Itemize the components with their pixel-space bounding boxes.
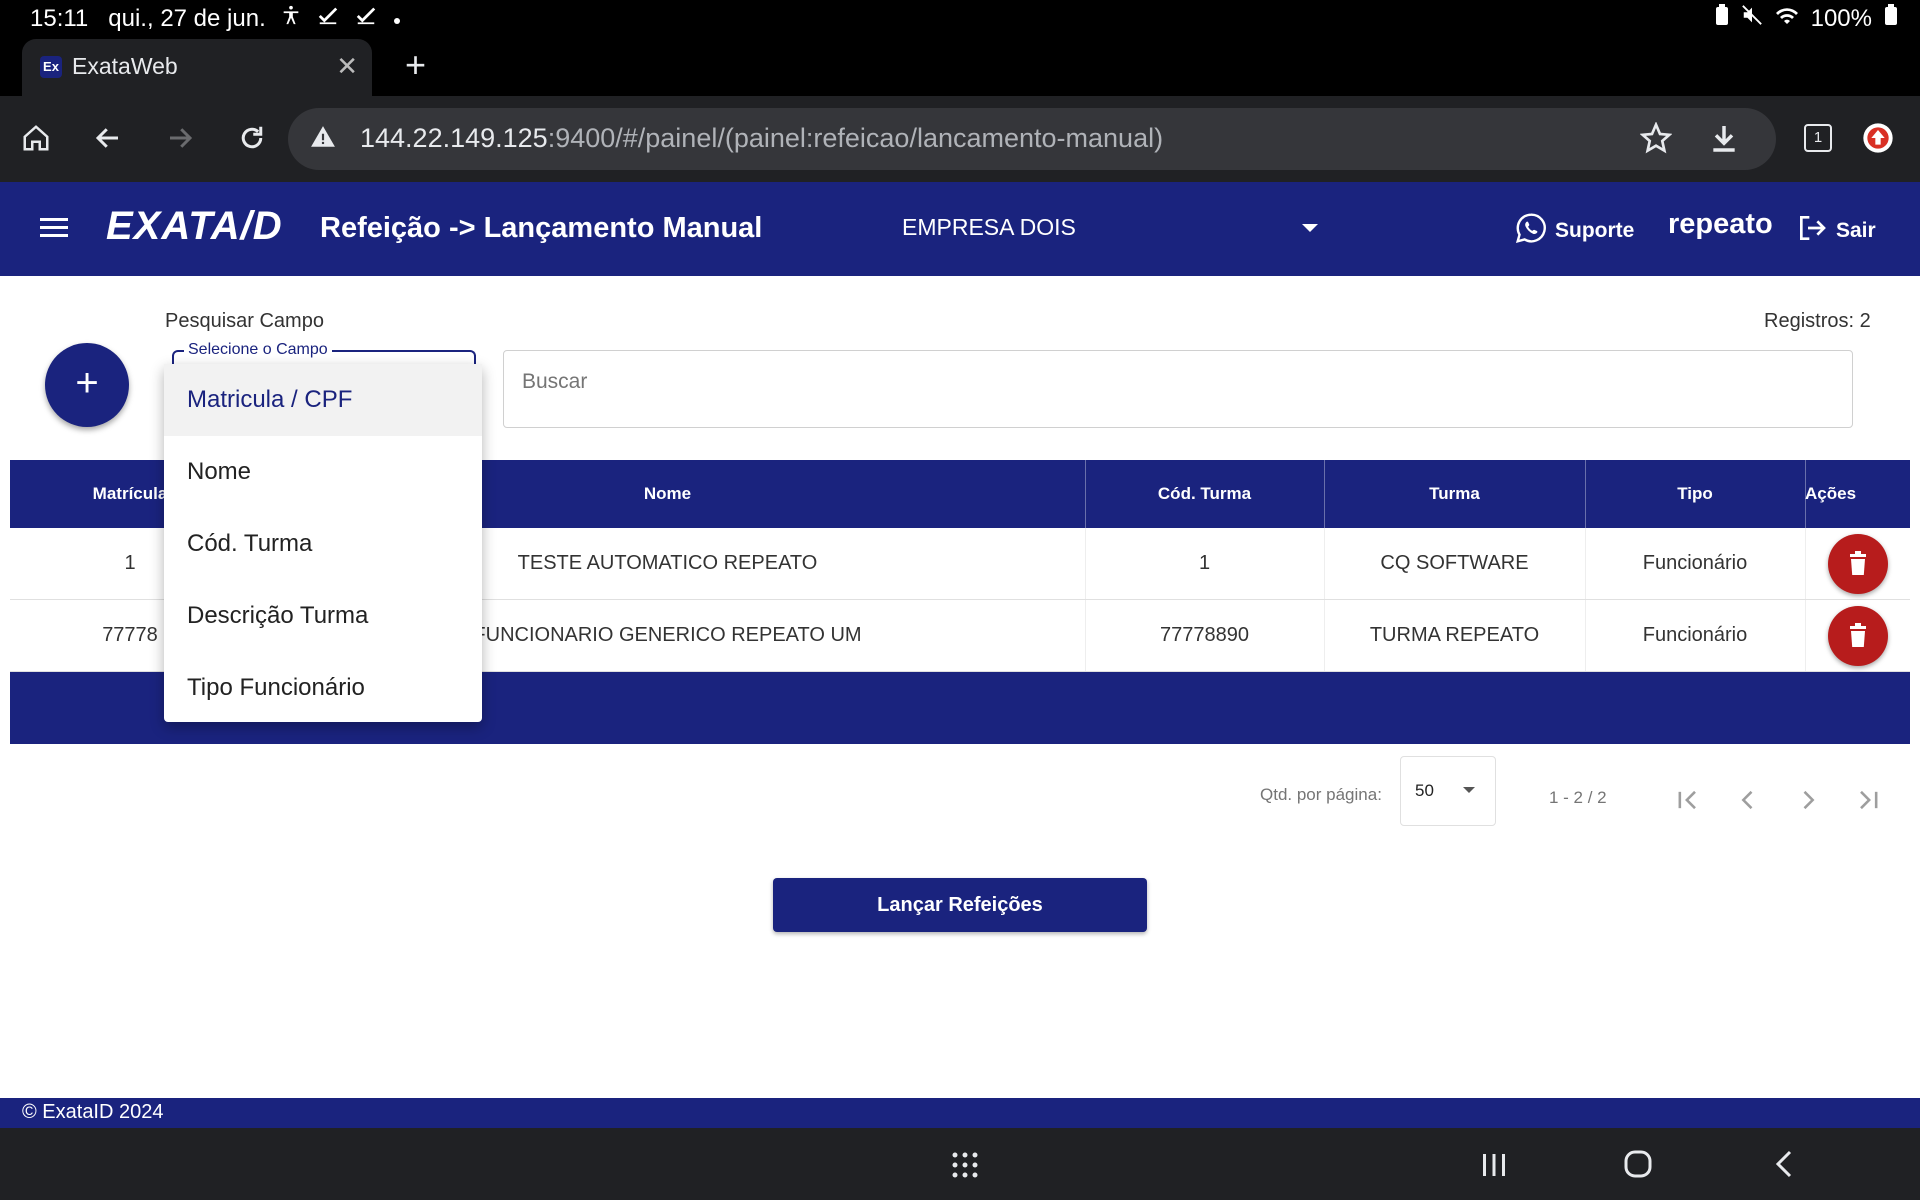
trash-icon — [1849, 550, 1866, 575]
profile-update-icon[interactable] — [1856, 116, 1900, 160]
clock: 15:11 — [30, 4, 89, 32]
back-icon[interactable] — [86, 116, 130, 160]
battery-saver-icon — [1715, 4, 1729, 33]
system-navigation-bar — [0, 1128, 1920, 1200]
cell-turma: CQ SOFTWARE — [1324, 528, 1586, 599]
username: repeato — [1668, 208, 1773, 240]
cell-tipo: Funcionário — [1585, 600, 1806, 671]
column-header-cod-turma[interactable]: Cód. Turma — [1085, 460, 1325, 528]
bookmark-star-icon[interactable] — [1639, 121, 1673, 159]
search-field-label: Pesquisar Campo — [165, 310, 324, 332]
new-tab-icon[interactable]: + — [405, 44, 426, 86]
url-host: 144.22.149.125 — [360, 123, 548, 153]
cell-actions — [1805, 600, 1910, 671]
page-size-label: Qtd. por página: — [1260, 785, 1382, 804]
page-footer: © ExataID 2024 — [0, 1098, 1920, 1128]
records-count: Registros: 2 — [1764, 310, 1871, 332]
date: qui., 27 de jun. — [108, 4, 266, 32]
search-input[interactable] — [520, 369, 1824, 395]
tab-title: ExataWeb — [72, 53, 178, 79]
cell-cod-turma: 1 — [1085, 528, 1325, 599]
browser-tab[interactable]: Ex ExataWeb ✕ — [22, 39, 372, 96]
first-page-icon[interactable] — [1668, 780, 1708, 820]
app-drawer-icon[interactable] — [950, 1150, 980, 1185]
hamburger-menu-icon[interactable] — [40, 216, 68, 245]
delete-button[interactable] — [1827, 605, 1888, 666]
support-button[interactable]: Suporte — [1515, 212, 1634, 250]
exataid-logo: EXATA/D — [106, 204, 283, 248]
column-header-tipo[interactable]: Tipo — [1585, 460, 1806, 528]
next-page-icon[interactable] — [1788, 780, 1828, 820]
app-header: EXATA/D Refeição -> Lançamento Manual EM… — [0, 182, 1920, 276]
logout-icon — [1796, 212, 1828, 250]
not-secure-warning-icon[interactable] — [310, 124, 336, 155]
column-header-turma[interactable]: Turma — [1324, 460, 1586, 528]
cell-tipo: Funcionário — [1585, 528, 1806, 599]
close-tab-icon[interactable]: ✕ — [336, 51, 358, 82]
check-icon — [316, 4, 340, 33]
logout-label: Sair — [1836, 219, 1876, 242]
recent-apps-icon[interactable] — [1480, 1150, 1508, 1185]
trash-icon — [1849, 622, 1866, 647]
chevron-down-icon — [1463, 787, 1475, 793]
favicon: Ex — [40, 56, 62, 78]
delete-button[interactable] — [1827, 533, 1888, 594]
page-title: Refeição -> Lançamento Manual — [320, 212, 763, 244]
dropdown-option-matricula-cpf[interactable]: Matricula / CPF — [164, 364, 482, 436]
address-bar[interactable]: 144.22.149.125:9400/#/painel/(painel:ref… — [288, 108, 1776, 170]
field-select-label: Selecione o Campo — [184, 341, 332, 359]
last-page-icon[interactable] — [1848, 780, 1888, 820]
add-button[interactable]: + — [45, 343, 129, 427]
cell-cod-turma: 77778890 — [1085, 600, 1325, 671]
battery-level: 100% — [1810, 4, 1872, 32]
back-nav-icon[interactable] — [1770, 1148, 1800, 1185]
dropdown-option-nome[interactable]: Nome — [164, 436, 482, 508]
column-header-acoes: Ações — [1805, 484, 1857, 503]
tab-switcher-icon[interactable]: 1 — [1796, 116, 1840, 160]
dot-icon — [392, 5, 402, 33]
reload-icon[interactable] — [230, 116, 274, 160]
page-size-select[interactable]: 50 — [1400, 756, 1496, 826]
url-path: :9400/#/painel/(painel:refeicao/lancamen… — [547, 123, 1164, 153]
mute-icon — [1741, 4, 1763, 33]
previous-page-icon[interactable] — [1728, 780, 1768, 820]
dropdown-option-cod-turma[interactable]: Cód. Turma — [164, 508, 482, 580]
company-select[interactable]: EMPRESA DOIS — [902, 214, 1076, 241]
browser-tab-strip: Ex ExataWeb ✕ + — [0, 36, 1920, 96]
logout-button[interactable]: Sair — [1796, 212, 1876, 250]
launch-meals-button[interactable]: Lançar Refeições — [773, 878, 1147, 932]
company-dropdown-caret-icon[interactable] — [1302, 224, 1318, 232]
dropdown-option-descricao-turma[interactable]: Descrição Turma — [164, 580, 482, 652]
page-size-value: 50 — [1415, 781, 1434, 800]
system-status-bar: 15:11 qui., 27 de jun. 100% — [0, 0, 1920, 36]
browser-toolbar: 144.22.149.125:9400/#/painel/(painel:ref… — [0, 96, 1920, 182]
check-icon — [354, 4, 378, 33]
support-label: Suporte — [1555, 219, 1635, 242]
forward-icon[interactable] — [158, 116, 202, 160]
battery-icon — [1884, 4, 1898, 33]
cell-turma: TURMA REPEATO — [1324, 600, 1586, 671]
search-box — [503, 350, 1853, 428]
download-icon[interactable] — [1708, 122, 1740, 159]
copyright-text: © ExataID 2024 — [22, 1101, 164, 1123]
wifi-icon — [1775, 5, 1799, 33]
whatsapp-icon — [1515, 212, 1547, 250]
home-nav-icon[interactable] — [1622, 1148, 1654, 1185]
cell-actions — [1805, 528, 1910, 599]
page-range: 1 - 2 / 2 — [1549, 788, 1607, 807]
field-select-dropdown: Matricula / CPF Nome Cód. Turma Descriçã… — [164, 364, 482, 722]
accessibility-icon — [280, 4, 302, 33]
home-icon[interactable] — [14, 116, 58, 160]
dropdown-option-tipo-funcionario[interactable]: Tipo Funcionário — [164, 652, 482, 724]
